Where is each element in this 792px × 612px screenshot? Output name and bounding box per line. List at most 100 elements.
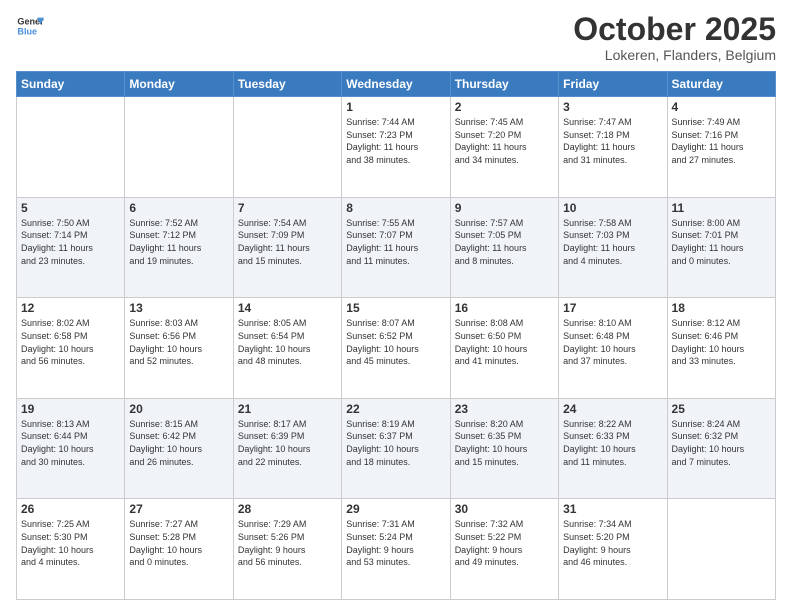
day-number: 20 [129, 402, 228, 416]
calendar-cell: 23 Sunrise: 8:20 AM Sunset: 6:35 PM Dayli… [450, 398, 558, 499]
header-row: Sunday Monday Tuesday Wednesday Thursday… [17, 72, 776, 97]
day-info: Sunrise: 7:31 AM Sunset: 5:24 PM Dayligh… [346, 518, 445, 568]
day-number: 19 [21, 402, 120, 416]
day-info: Sunrise: 7:44 AM Sunset: 7:23 PM Dayligh… [346, 116, 445, 166]
day-info: Sunrise: 8:10 AM Sunset: 6:48 PM Dayligh… [563, 317, 662, 367]
calendar-cell: 5 Sunrise: 7:50 AM Sunset: 7:14 PM Daylig… [17, 197, 125, 298]
header-monday: Monday [125, 72, 233, 97]
calendar-cell: 20Sunrise: 8:15 AM Sunset: 6:42 PM Dayli… [125, 398, 233, 499]
day-number: 3 [563, 100, 662, 114]
calendar-cell: 14Sunrise: 8:05 AM Sunset: 6:54 PM Dayli… [233, 298, 341, 399]
day-info: Sunrise: 8:08 AM Sunset: 6:50 PM Dayligh… [455, 317, 554, 367]
logo: General Blue [16, 12, 44, 40]
calendar-cell: 19 Sunrise: 8:13 AM Sunset: 6:44 PM Dayli… [17, 398, 125, 499]
day-number: 10 [563, 201, 662, 215]
day-number: 7 [238, 201, 337, 215]
day-number: 13 [129, 301, 228, 315]
calendar-cell: 16 Sunrise: 8:08 AM Sunset: 6:50 PM Dayli… [450, 298, 558, 399]
day-info: Sunrise: 7:34 AM Sunset: 5:20 PM Dayligh… [563, 518, 662, 568]
calendar-week-row: 12Sunrise: 8:02 AM Sunset: 6:58 PM Dayli… [17, 298, 776, 399]
day-number: 25 [672, 402, 771, 416]
day-info: Sunrise: 8:03 AM Sunset: 6:56 PM Dayligh… [129, 317, 228, 367]
day-number: 15 [346, 301, 445, 315]
day-info: Sunrise: 8:20 AM Sunset: 6:35 PM Dayligh… [455, 418, 554, 468]
header-tuesday: Tuesday [233, 72, 341, 97]
day-info: Sunrise: 7:57 AM Sunset: 7:05 PM Dayligh… [455, 217, 554, 267]
month-title: October 2025 [573, 12, 776, 47]
day-number: 23 [455, 402, 554, 416]
day-number: 16 [455, 301, 554, 315]
day-info: Sunrise: 7:32 AM Sunset: 5:22 PM Dayligh… [455, 518, 554, 568]
day-number: 5 [21, 201, 120, 215]
calendar-cell: 13 Sunrise: 8:03 AM Sunset: 6:56 PM Dayli… [125, 298, 233, 399]
day-number: 12 [21, 301, 120, 315]
day-info: Sunrise: 8:24 AM Sunset: 6:32 PM Dayligh… [672, 418, 771, 468]
day-info: Sunrise: 8:19 AM Sunset: 6:37 PM Dayligh… [346, 418, 445, 468]
calendar-cell [125, 97, 233, 198]
day-number: 9 [455, 201, 554, 215]
day-info: Sunrise: 7:54 AM Sunset: 7:09 PM Dayligh… [238, 217, 337, 267]
day-number: 28 [238, 502, 337, 516]
day-info: Sunrise: 7:50 AM Sunset: 7:14 PM Dayligh… [21, 217, 120, 267]
calendar-cell [233, 97, 341, 198]
calendar-week-row: 5 Sunrise: 7:50 AM Sunset: 7:14 PM Daylig… [17, 197, 776, 298]
day-number: 29 [346, 502, 445, 516]
calendar-cell: 3 Sunrise: 7:47 AM Sunset: 7:18 PM Daylig… [559, 97, 667, 198]
day-number: 2 [455, 100, 554, 114]
calendar-cell: 30Sunrise: 7:32 AM Sunset: 5:22 PM Dayli… [450, 499, 558, 600]
calendar-cell: 31 Sunrise: 7:34 AM Sunset: 5:20 PM Dayli… [559, 499, 667, 600]
calendar-cell: 27 Sunrise: 7:27 AM Sunset: 5:28 PM Dayli… [125, 499, 233, 600]
day-info: Sunrise: 7:49 AM Sunset: 7:16 PM Dayligh… [672, 116, 771, 166]
calendar-cell: 21 Sunrise: 8:17 AM Sunset: 6:39 PM Dayli… [233, 398, 341, 499]
day-info: Sunrise: 8:05 AM Sunset: 6:54 PM Dayligh… [238, 317, 337, 367]
day-number: 18 [672, 301, 771, 315]
svg-text:Blue: Blue [17, 26, 37, 36]
calendar-week-row: 1Sunrise: 7:44 AM Sunset: 7:23 PM Daylig… [17, 97, 776, 198]
calendar-cell: 8 Sunrise: 7:55 AM Sunset: 7:07 PM Daylig… [342, 197, 450, 298]
calendar-cell [667, 499, 775, 600]
day-info: Sunrise: 8:17 AM Sunset: 6:39 PM Dayligh… [238, 418, 337, 468]
day-number: 22 [346, 402, 445, 416]
day-info: Sunrise: 7:55 AM Sunset: 7:07 PM Dayligh… [346, 217, 445, 267]
day-number: 26 [21, 502, 120, 516]
calendar-cell: 4 Sunrise: 7:49 AM Sunset: 7:16 PM Daylig… [667, 97, 775, 198]
day-number: 8 [346, 201, 445, 215]
calendar-cell: 17Sunrise: 8:10 AM Sunset: 6:48 PM Dayli… [559, 298, 667, 399]
day-info: Sunrise: 7:47 AM Sunset: 7:18 PM Dayligh… [563, 116, 662, 166]
calendar-cell: 29 Sunrise: 7:31 AM Sunset: 5:24 PM Dayli… [342, 499, 450, 600]
calendar-week-row: 19 Sunrise: 8:13 AM Sunset: 6:44 PM Dayli… [17, 398, 776, 499]
day-info: Sunrise: 7:27 AM Sunset: 5:28 PM Dayligh… [129, 518, 228, 568]
calendar-cell: 7 Sunrise: 7:54 AM Sunset: 7:09 PM Daylig… [233, 197, 341, 298]
calendar-cell: 24Sunrise: 8:22 AM Sunset: 6:33 PM Dayli… [559, 398, 667, 499]
day-number: 21 [238, 402, 337, 416]
day-number: 4 [672, 100, 771, 114]
day-number: 27 [129, 502, 228, 516]
calendar-cell: 15 Sunrise: 8:07 AM Sunset: 6:52 PM Dayli… [342, 298, 450, 399]
header-thursday: Thursday [450, 72, 558, 97]
calendar-cell: 25 Sunrise: 8:24 AM Sunset: 6:32 PM Dayli… [667, 398, 775, 499]
day-number: 6 [129, 201, 228, 215]
day-number: 31 [563, 502, 662, 516]
header-sunday: Sunday [17, 72, 125, 97]
day-info: Sunrise: 7:25 AM Sunset: 5:30 PM Dayligh… [21, 518, 120, 568]
location: Lokeren, Flanders, Belgium [573, 47, 776, 63]
header-friday: Friday [559, 72, 667, 97]
day-number: 24 [563, 402, 662, 416]
day-info: Sunrise: 7:52 AM Sunset: 7:12 PM Dayligh… [129, 217, 228, 267]
calendar-cell: 28 Sunrise: 7:29 AM Sunset: 5:26 PM Dayli… [233, 499, 341, 600]
day-info: Sunrise: 8:13 AM Sunset: 6:44 PM Dayligh… [21, 418, 120, 468]
calendar-cell: 12Sunrise: 8:02 AM Sunset: 6:58 PM Dayli… [17, 298, 125, 399]
page: General Blue October 2025 Lokeren, Fland… [0, 0, 792, 612]
day-info: Sunrise: 8:12 AM Sunset: 6:46 PM Dayligh… [672, 317, 771, 367]
calendar-cell: 1Sunrise: 7:44 AM Sunset: 7:23 PM Daylig… [342, 97, 450, 198]
calendar-cell: 11Sunrise: 8:00 AM Sunset: 7:01 PM Dayli… [667, 197, 775, 298]
header: General Blue October 2025 Lokeren, Fland… [16, 12, 776, 63]
day-info: Sunrise: 7:29 AM Sunset: 5:26 PM Dayligh… [238, 518, 337, 568]
calendar-cell: 22 Sunrise: 8:19 AM Sunset: 6:37 PM Dayli… [342, 398, 450, 499]
title-block: October 2025 Lokeren, Flanders, Belgium [573, 12, 776, 63]
day-info: Sunrise: 8:07 AM Sunset: 6:52 PM Dayligh… [346, 317, 445, 367]
calendar-cell: 2 Sunrise: 7:45 AM Sunset: 7:20 PM Daylig… [450, 97, 558, 198]
calendar-cell: 9 Sunrise: 7:57 AM Sunset: 7:05 PM Daylig… [450, 197, 558, 298]
day-info: Sunrise: 7:58 AM Sunset: 7:03 PM Dayligh… [563, 217, 662, 267]
day-info: Sunrise: 7:45 AM Sunset: 7:20 PM Dayligh… [455, 116, 554, 166]
